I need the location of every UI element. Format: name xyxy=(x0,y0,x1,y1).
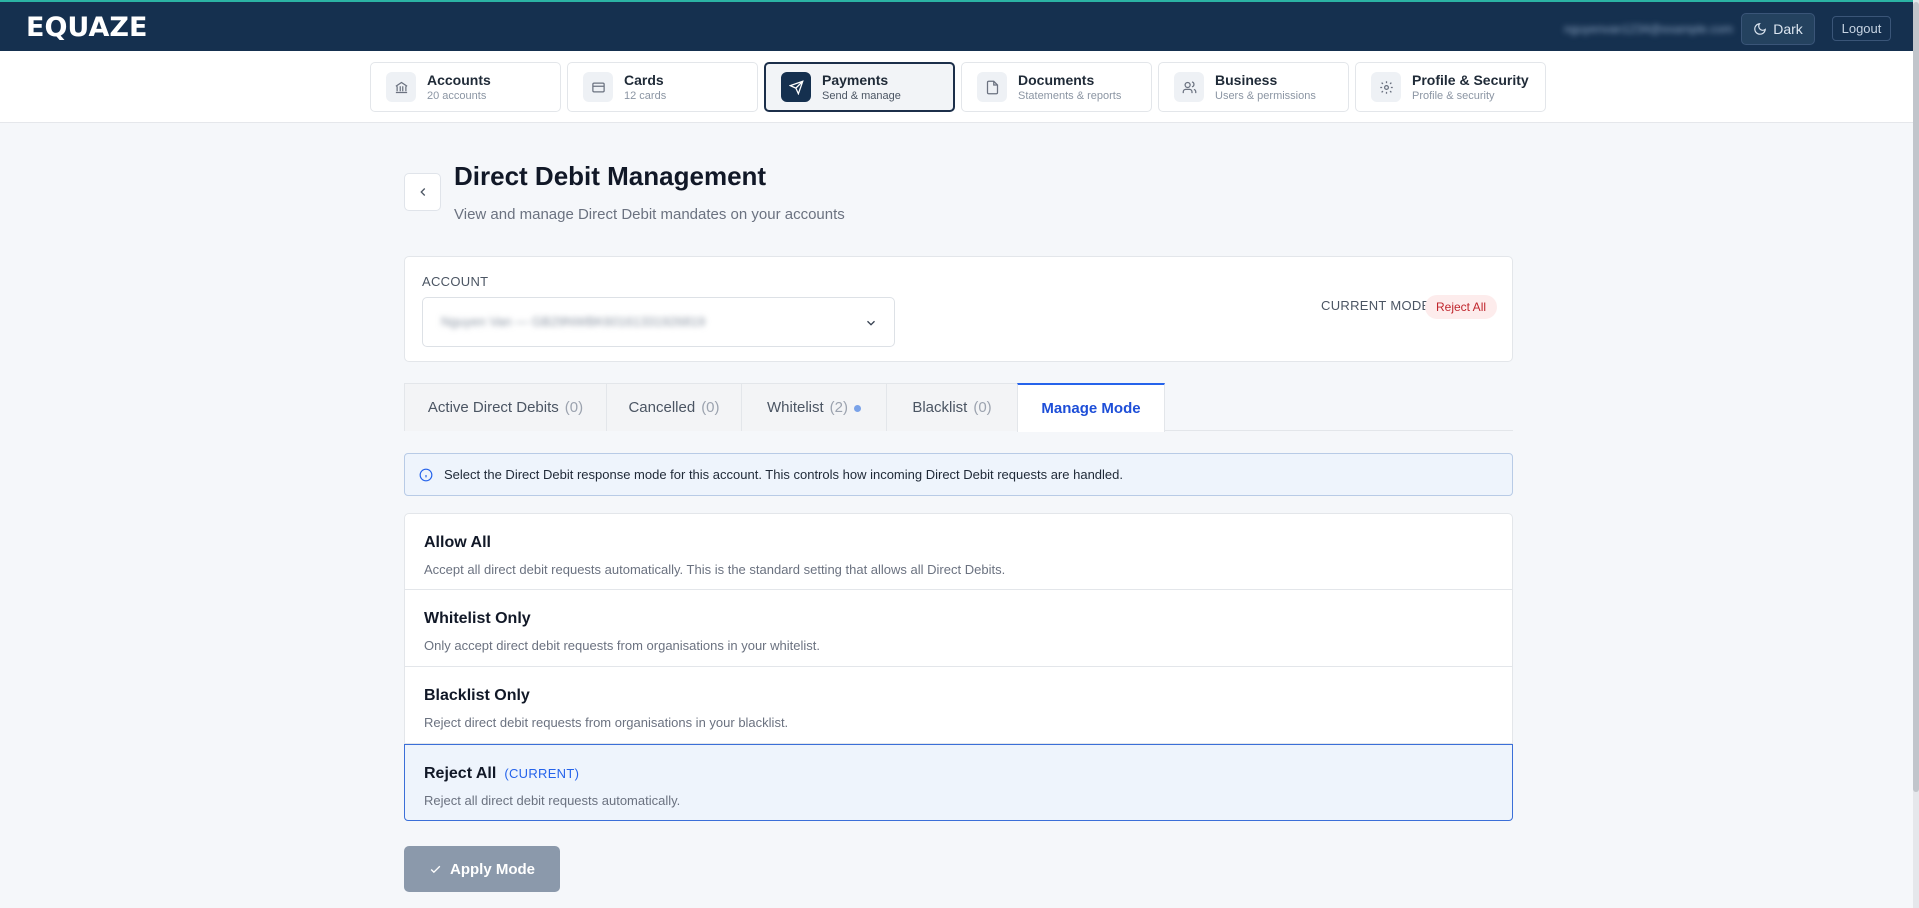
scrollbar-thumb[interactable] xyxy=(1913,2,1919,792)
moon-icon xyxy=(1754,23,1767,35)
send-icon xyxy=(781,72,811,102)
tab-label: Manage Mode xyxy=(1041,400,1141,417)
tab-label: Active Direct Debits xyxy=(427,399,559,416)
nav-sub: Statements & reports xyxy=(1018,90,1122,102)
nav-title: Accounts xyxy=(427,72,491,88)
account-label: ACCOUNT xyxy=(422,274,489,289)
tab-label: Blacklist xyxy=(912,399,968,416)
nav-sub: Profile & security xyxy=(1412,90,1495,102)
mode-option-reject-all[interactable]: Reject All (CURRENT) Reject all direct de… xyxy=(404,744,1513,821)
mode-option-blacklist-only[interactable]: Blacklist Only Reject direct debit reque… xyxy=(404,667,1513,744)
credit-card-icon xyxy=(583,72,613,102)
nav-item-profile-security[interactable]: Profile & Security Profile & security xyxy=(1355,62,1546,112)
check-icon xyxy=(430,865,441,873)
bank-icon xyxy=(386,72,416,102)
document-icon xyxy=(977,72,1007,102)
current-mode-badge: Reject All xyxy=(1425,295,1498,319)
info-text: Select the Direct Debit response mode fo… xyxy=(444,467,1123,482)
users-icon xyxy=(1174,72,1204,102)
tab-label: Whitelist xyxy=(766,399,824,416)
mode-title: Blacklist Only xyxy=(424,687,530,704)
current-tag: (CURRENT) xyxy=(504,766,580,781)
nav-title: Business xyxy=(1215,72,1278,88)
notification-dot xyxy=(854,405,862,412)
mode-description: Only accept direct debit requests from o… xyxy=(424,638,820,653)
logo[interactable]: EQUAZE xyxy=(26,12,151,43)
mode-title-row: Reject All (CURRENT) xyxy=(424,765,1512,783)
mode-option-allow-all[interactable]: Allow All Accept all direct debit reques… xyxy=(404,513,1513,590)
current-mode-label: CURRENT MODE xyxy=(1321,298,1431,313)
tab-count: (2) xyxy=(829,399,849,416)
mode-title: Allow All xyxy=(424,534,491,551)
mode-description: Accept all direct debit requests automat… xyxy=(424,562,1006,577)
tab-count: (0) xyxy=(564,399,584,416)
account-card: ACCOUNT Nguyen Van — GB29NWBK60161331926… xyxy=(404,256,1513,362)
tab-whitelist[interactable]: Whitelist (2) xyxy=(741,383,887,431)
chevron-left-icon xyxy=(419,188,425,196)
apply-mode-button[interactable]: Apply Mode xyxy=(404,846,560,892)
nav-item-payments[interactable]: Payments Send & manage xyxy=(764,62,955,112)
tab-active-direct-debits[interactable]: Active Direct Debits (0) xyxy=(404,383,607,431)
chevron-down-icon xyxy=(867,320,875,326)
mode-title: Reject All xyxy=(424,765,497,782)
back-button[interactable] xyxy=(404,173,441,211)
nav-title: Profile & Security xyxy=(1412,72,1529,88)
theme-toggle-button[interactable]: Dark xyxy=(1741,13,1815,45)
nav-title: Cards xyxy=(624,72,664,88)
nav-item-cards[interactable]: Cards 12 cards xyxy=(567,62,758,112)
mode-description: Reject direct debit requests from organi… xyxy=(424,715,789,730)
logo-mark: EQUAZE xyxy=(26,12,147,43)
nav-sub: Users & permissions xyxy=(1215,90,1316,102)
gear-icon xyxy=(1371,72,1401,102)
account-select[interactable]: Nguyen Van — GB29NWBK60161331926819 xyxy=(422,297,895,347)
tab-label: Cancelled xyxy=(628,399,696,416)
apply-mode-label: Apply Mode xyxy=(450,860,535,878)
top-header: EQUAZE nguyenvan1234@example.com Dark Lo… xyxy=(0,0,1919,51)
info-banner: Select the Direct Debit response mode fo… xyxy=(404,453,1513,496)
tab-blacklist[interactable]: Blacklist (0) xyxy=(886,383,1018,431)
tab-manage-mode[interactable]: Manage Mode xyxy=(1017,383,1165,432)
mode-option-whitelist-only[interactable]: Whitelist Only Only accept direct debit … xyxy=(404,590,1513,667)
nav-title: Documents xyxy=(1018,72,1095,88)
nav-title: Payments xyxy=(822,72,889,88)
mode-options: Allow All Accept all direct debit reques… xyxy=(404,513,1513,821)
nav-sub: Send & manage xyxy=(822,90,901,102)
page-title: Direct Debit Management xyxy=(454,161,767,191)
nav-item-documents[interactable]: Documents Statements & reports xyxy=(961,62,1152,112)
main-nav: Accounts 20 accounts Cards 12 cards Paymen… xyxy=(0,51,1919,123)
tab-count: (0) xyxy=(701,399,720,416)
nav-item-business[interactable]: Business Users & permissions xyxy=(1158,62,1349,112)
nav-item-accounts[interactable]: Accounts 20 accounts xyxy=(370,62,561,112)
tab-count: (0) xyxy=(973,399,992,416)
nav-sub: 12 cards xyxy=(624,90,667,102)
mode-title: Whitelist Only xyxy=(424,610,531,627)
tabs: Active Direct Debits (0) Cancelled (0) Whi… xyxy=(404,383,1513,432)
page-subtitle: View and manage Direct Debit mandates on… xyxy=(454,206,845,223)
account-select-value: Nguyen Van — GB29NWBK60161331926819 xyxy=(441,314,706,329)
logout-button[interactable]: Logout xyxy=(1832,16,1891,41)
mode-description: Reject all direct debit requests automat… xyxy=(424,793,681,808)
user-email: nguyenvan1234@example.com xyxy=(1564,22,1733,36)
info-icon xyxy=(419,468,433,482)
theme-toggle-label: Dark xyxy=(1773,21,1803,37)
tab-cancelled[interactable]: Cancelled (0) xyxy=(606,383,742,431)
nav-sub: 20 accounts xyxy=(427,90,487,102)
svg-text:EQUAZE: EQUAZE xyxy=(26,14,147,40)
